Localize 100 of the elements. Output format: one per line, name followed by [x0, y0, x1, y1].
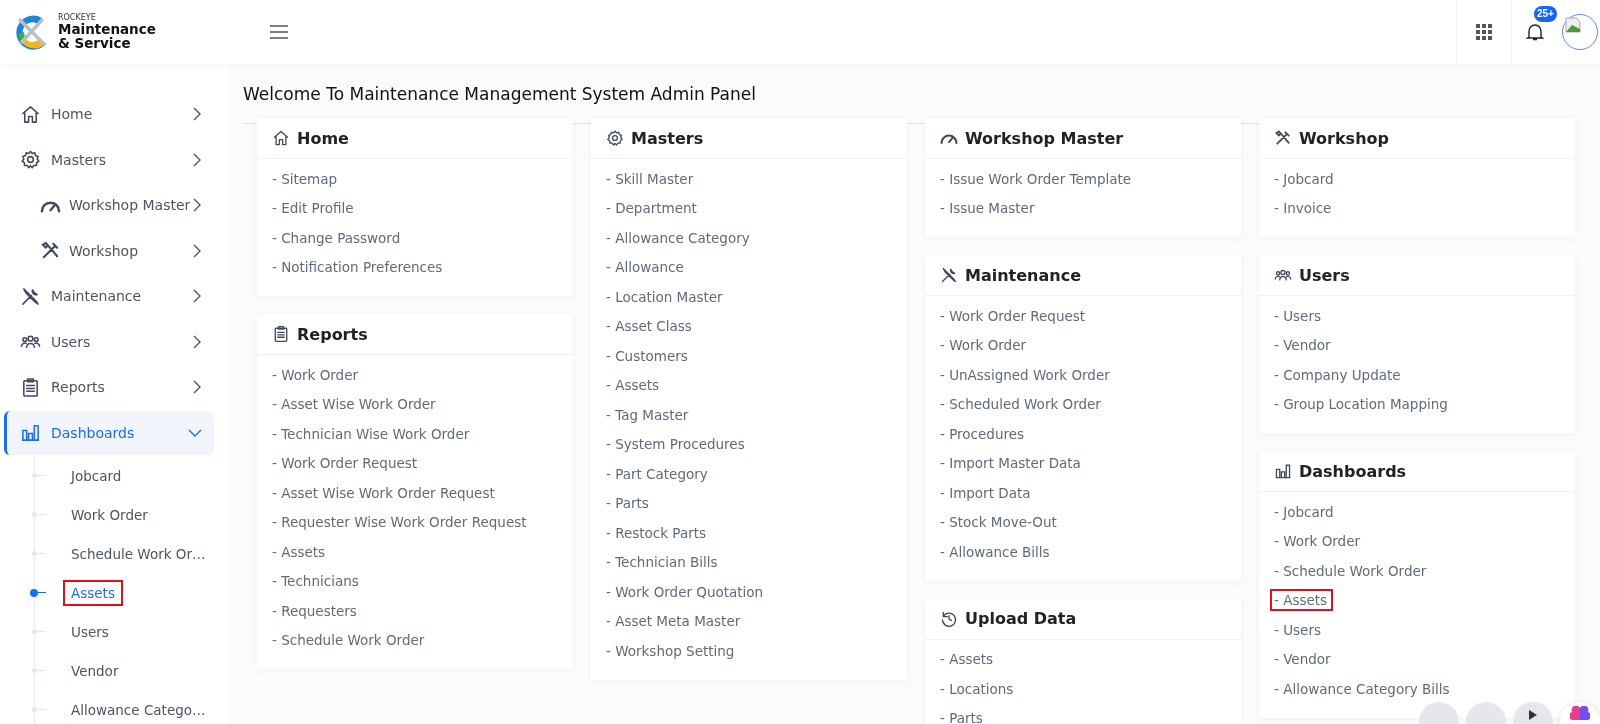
menu-link[interactable]: - Skill Master — [602, 167, 700, 190]
menu-link[interactable]: - Parts — [936, 707, 989, 724]
menu-link[interactable]: - Issue Work Order Template — [936, 167, 1138, 190]
menu-link[interactable]: - Jobcard — [1270, 167, 1340, 190]
menu-link[interactable]: - Customers — [602, 344, 694, 367]
menu-link[interactable]: - Assets — [602, 374, 666, 397]
notification-badge: 25+ — [1534, 6, 1557, 22]
brand-name: & Service — [58, 36, 132, 51]
menu-link[interactable]: - Assets — [1270, 589, 1334, 612]
sidebar-item[interactable]: Workshop — [4, 228, 214, 273]
menu-link[interactable]: - Locations — [936, 677, 1020, 700]
menu-link[interactable]: - Restock Parts — [602, 521, 713, 544]
menu-link[interactable]: - Work Order Quotation — [602, 580, 770, 603]
card-title: Maintenance — [965, 265, 1081, 285]
sidebar-item[interactable]: Maintenance — [4, 274, 214, 318]
sidebar-item[interactable]: Workshop Master — [4, 183, 214, 227]
menu-link[interactable]: - Allowance — [602, 256, 690, 279]
menu-link[interactable]: - Work Order Request — [268, 452, 424, 475]
submenu-item[interactable]: Users — [65, 620, 115, 643]
home-icon — [272, 129, 290, 147]
menu-link[interactable]: - Import Master Data — [936, 452, 1087, 475]
submenu-item[interactable]: Jobcard — [65, 464, 128, 487]
menu-link[interactable]: - Work Order — [1270, 530, 1366, 553]
sidebar-item[interactable]: Dashboards — [4, 410, 214, 455]
menu-link[interactable]: - Asset Class — [602, 315, 698, 338]
chevron-right-icon — [192, 380, 202, 394]
menu-link[interactable]: - Change Password — [268, 226, 407, 249]
notifications-button[interactable]: 25+ — [1512, 0, 1558, 64]
chevron-right-icon — [192, 243, 202, 258]
menu-link[interactable]: - Vendor — [1270, 648, 1337, 671]
submenu-item[interactable]: Assets — [65, 581, 121, 604]
sidebar-item[interactable]: Home — [4, 92, 214, 136]
sidebar-item[interactable]: Masters — [4, 137, 214, 182]
card-title: Masters — [631, 128, 704, 148]
menu-link[interactable]: - Assets — [936, 648, 1000, 671]
submenu-item[interactable]: Work Order — [65, 503, 154, 526]
menu-link[interactable]: - Issue Master — [936, 197, 1041, 220]
menu-link[interactable]: - Part Category — [602, 462, 714, 485]
sidebar-item[interactable]: Reports — [4, 365, 214, 409]
menu-link[interactable]: - Allowance Bills — [936, 540, 1056, 563]
menu-link[interactable]: - Schedule Work Order — [1270, 559, 1433, 582]
menu-link[interactable]: - Work Order — [268, 363, 364, 386]
brand-tagline: ROCKEYE — [58, 13, 97, 22]
menu-link[interactable]: - System Procedures — [602, 433, 751, 456]
menu-link[interactable]: - Requesters — [268, 599, 363, 622]
menu-link[interactable]: - Department — [602, 197, 703, 220]
menu-link[interactable]: - Scheduled Work Order — [936, 393, 1107, 416]
menu-link[interactable]: - Location Master — [602, 285, 729, 308]
clipboard-icon — [272, 325, 290, 343]
menu-link[interactable]: - Technicians — [268, 570, 365, 593]
menu-icon — [269, 24, 289, 40]
menu-link[interactable]: - Assets — [268, 540, 332, 563]
menu-link[interactable]: - Workshop Setting — [602, 639, 741, 662]
clipboard-icon — [20, 376, 41, 398]
avatar-button[interactable] — [1562, 14, 1598, 50]
menu-link[interactable]: - Technician Bills — [602, 551, 724, 574]
menu-link[interactable]: - Company Update — [1270, 363, 1407, 386]
menu-link[interactable]: - Work Order — [936, 334, 1032, 357]
menu-link[interactable]: - Group Location Mapping — [1270, 393, 1454, 416]
sidebar-item[interactable]: Users — [4, 319, 214, 364]
menu-link[interactable]: - Tag Master — [602, 403, 695, 426]
menu-link[interactable]: - Vendor — [1270, 334, 1337, 357]
menu-link[interactable]: - Sitemap — [268, 167, 344, 190]
menu-link[interactable]: - Stock Move-Out — [936, 511, 1063, 534]
gear-icon — [606, 129, 624, 147]
bar-chart-icon — [1274, 462, 1292, 480]
card-title: Reports — [297, 324, 368, 344]
menu-link[interactable]: - Asset Wise Work Order — [268, 393, 442, 416]
menu-link[interactable]: - Technician Wise Work Order — [268, 422, 476, 445]
chevron-right-icon — [192, 107, 202, 121]
menu-link[interactable]: - Users — [1270, 304, 1327, 327]
menu-link[interactable]: - Users — [1270, 618, 1327, 641]
bell-icon — [1526, 22, 1544, 42]
card-title: Upload Data — [965, 609, 1077, 628]
menu-link[interactable]: - Schedule Work Order — [268, 629, 431, 652]
chevron-right-icon — [192, 334, 202, 349]
menu-link[interactable]: - Parts — [602, 492, 655, 515]
brand-name: Maintenance — [58, 22, 156, 37]
card-title: Workshop Master — [965, 128, 1124, 148]
menu-link[interactable]: - Requester Wise Work Order Request — [268, 511, 533, 534]
play-icon — [1529, 710, 1537, 720]
card-title: Dashboards — [1299, 461, 1407, 481]
menu-link[interactable]: - Invoice — [1270, 197, 1338, 220]
submenu-item[interactable]: Vendor — [65, 659, 125, 682]
menu-link[interactable]: - Allowance Category Bills — [1270, 677, 1456, 700]
card-title: Home — [297, 128, 349, 148]
menu-link[interactable]: - Import Data — [936, 481, 1037, 504]
card-title: Users — [1299, 265, 1350, 285]
menu-link[interactable]: - Edit Profile — [268, 197, 360, 220]
menu-link[interactable]: - Asset Wise Work Order Request — [268, 481, 501, 504]
menu-link[interactable]: - Notification Preferences — [268, 256, 449, 279]
menu-link[interactable]: - Allowance Category — [602, 226, 756, 249]
card-title: Workshop — [1299, 128, 1389, 148]
submenu-item[interactable]: Schedule Work Or… — [65, 542, 212, 565]
menu-link[interactable]: - Work Order Request — [936, 304, 1092, 327]
menu-link[interactable]: - Jobcard — [1270, 500, 1340, 523]
menu-link[interactable]: - UnAssigned Work Order — [936, 363, 1116, 386]
menu-link[interactable]: - Procedures — [936, 422, 1031, 445]
menu-link[interactable]: - Asset Meta Master — [602, 610, 747, 633]
submenu-item[interactable]: Allowance Catego… — [65, 698, 212, 721]
